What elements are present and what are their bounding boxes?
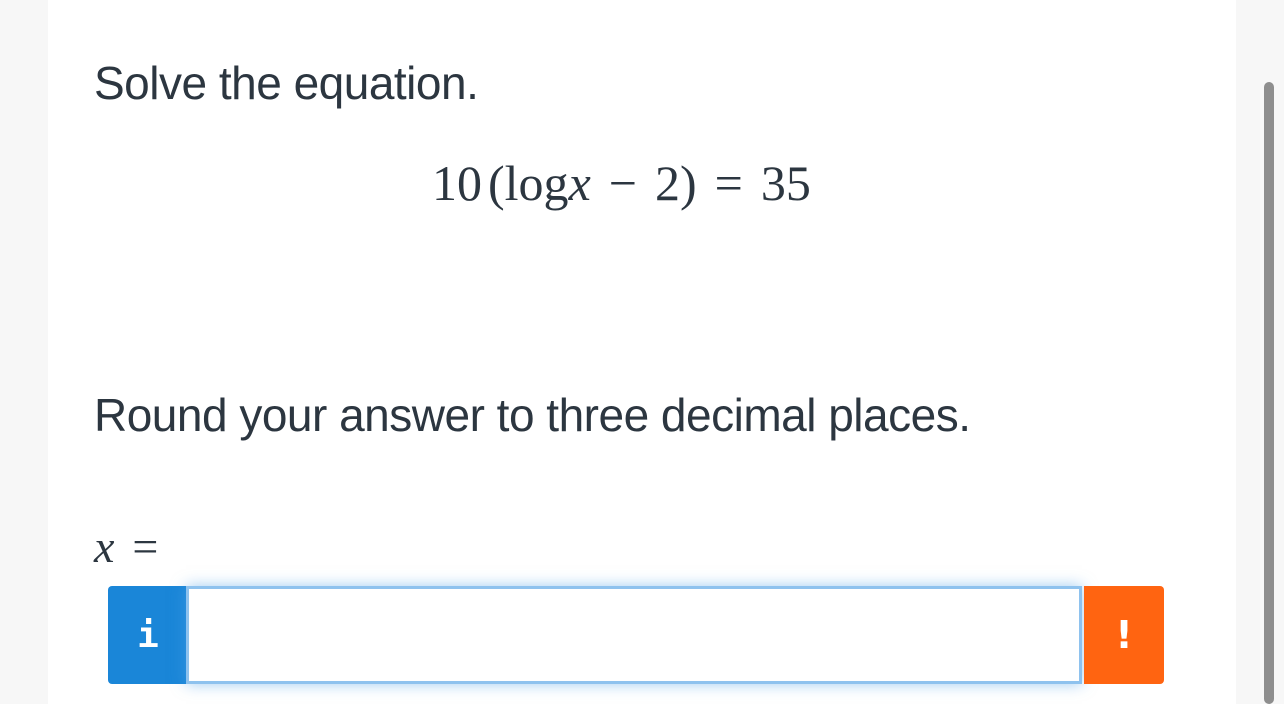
answer-input[interactable] <box>186 586 1082 684</box>
equation-rhs: 35 <box>760 155 811 211</box>
rounding-instruction: Round your answer to three decimal place… <box>94 389 971 441</box>
answer-input-group: i ! <box>108 586 1166 686</box>
answer-variable: x <box>94 521 115 572</box>
answer-equals: = <box>132 521 159 572</box>
equation-minus: − <box>608 155 637 211</box>
equation-close-paren: ) <box>679 155 697 211</box>
question-prompt: Solve the equation. <box>94 57 479 109</box>
equation-function: log <box>504 155 569 211</box>
equation-coefficient: 10 <box>432 155 482 211</box>
equation-variable: x <box>568 155 591 211</box>
scrollbar[interactable] <box>1264 82 1274 704</box>
equation: 10 (logx −2) = 35 <box>432 154 811 212</box>
answer-label: x = <box>94 520 158 573</box>
info-icon[interactable]: i <box>108 586 188 684</box>
question-panel: Solve the equation. 10 (logx −2) = 35 Round … <box>48 0 1236 704</box>
equation-constant: 2 <box>654 155 680 211</box>
equation-equals: = <box>714 155 743 211</box>
equation-open-paren: ( <box>488 155 505 211</box>
exclamation-icon[interactable]: ! <box>1084 586 1164 684</box>
